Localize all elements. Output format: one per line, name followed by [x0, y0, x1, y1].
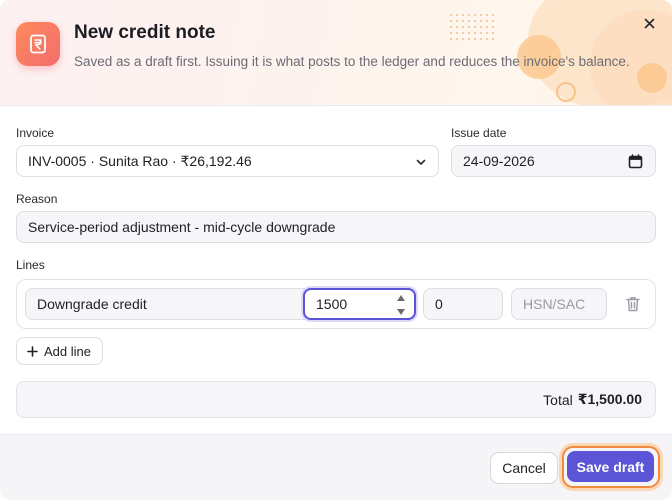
- stepper-up-icon[interactable]: [396, 294, 406, 302]
- line-item-row: Downgrade credit 1500 0 HSN/SAC: [16, 279, 656, 329]
- close-button[interactable]: [638, 12, 660, 34]
- add-line-button[interactable]: Add line: [16, 337, 103, 365]
- cancel-button[interactable]: Cancel: [490, 452, 558, 484]
- dialog-subtitle: Saved as a draft first. Issuing it is wh…: [74, 54, 630, 69]
- issue-date-input[interactable]: 24-09-2026: [451, 145, 656, 177]
- line-rate-input[interactable]: 0: [423, 288, 503, 320]
- save-draft-button[interactable]: Save draft: [567, 451, 654, 482]
- total-amount: ₹1,500.00: [577, 391, 642, 407]
- decorative-dots: [448, 12, 496, 42]
- stepper-down-icon[interactable]: [396, 308, 406, 316]
- line-description-input[interactable]: Downgrade credit: [25, 288, 311, 320]
- rupee-document-icon: [16, 22, 60, 66]
- add-line-label: Add line: [44, 343, 91, 359]
- reason-value: Service-period adjustment - mid-cycle do…: [28, 219, 336, 235]
- decorative-ring: [556, 82, 576, 102]
- total-label: Total: [543, 391, 573, 408]
- line-quantity-input[interactable]: 1500: [303, 288, 416, 320]
- line-hsn-input[interactable]: HSN/SAC: [511, 288, 607, 320]
- invoice-select-value: INV-0005 · Sunita Rao · ₹26,192.46: [28, 152, 252, 169]
- trash-icon[interactable]: [625, 295, 641, 313]
- total-summary: Total ₹1,500.00: [16, 381, 656, 418]
- dialog-header: New credit note Saved as a draft first. …: [0, 0, 672, 106]
- decorative-circle-small: [637, 63, 667, 93]
- close-icon: [644, 18, 654, 28]
- plus-icon: [27, 345, 38, 357]
- invoice-select[interactable]: INV-0005 · Sunita Rao · ₹26,192.46: [16, 145, 439, 177]
- quantity-stepper[interactable]: [394, 294, 408, 316]
- chevron-down-icon: [416, 159, 426, 165]
- reason-label: Reason: [16, 192, 58, 206]
- lines-label: Lines: [16, 258, 45, 272]
- issue-date-value: 24-09-2026: [463, 153, 535, 169]
- line-rate-value: 0: [435, 296, 443, 312]
- line-hsn-placeholder: HSN/SAC: [523, 296, 586, 312]
- invoice-label: Invoice: [16, 126, 55, 140]
- credit-note-dialog: New credit note Saved as a draft first. …: [0, 0, 672, 500]
- save-draft-focus-ring: Save draft: [562, 446, 660, 488]
- dialog-title: New credit note: [74, 22, 216, 43]
- line-description-value: Downgrade credit: [37, 296, 147, 312]
- reason-input[interactable]: Service-period adjustment - mid-cycle do…: [16, 211, 656, 243]
- calendar-icon[interactable]: [628, 154, 643, 169]
- line-quantity-value: 1500: [316, 296, 348, 312]
- issue-date-label: Issue date: [451, 126, 507, 140]
